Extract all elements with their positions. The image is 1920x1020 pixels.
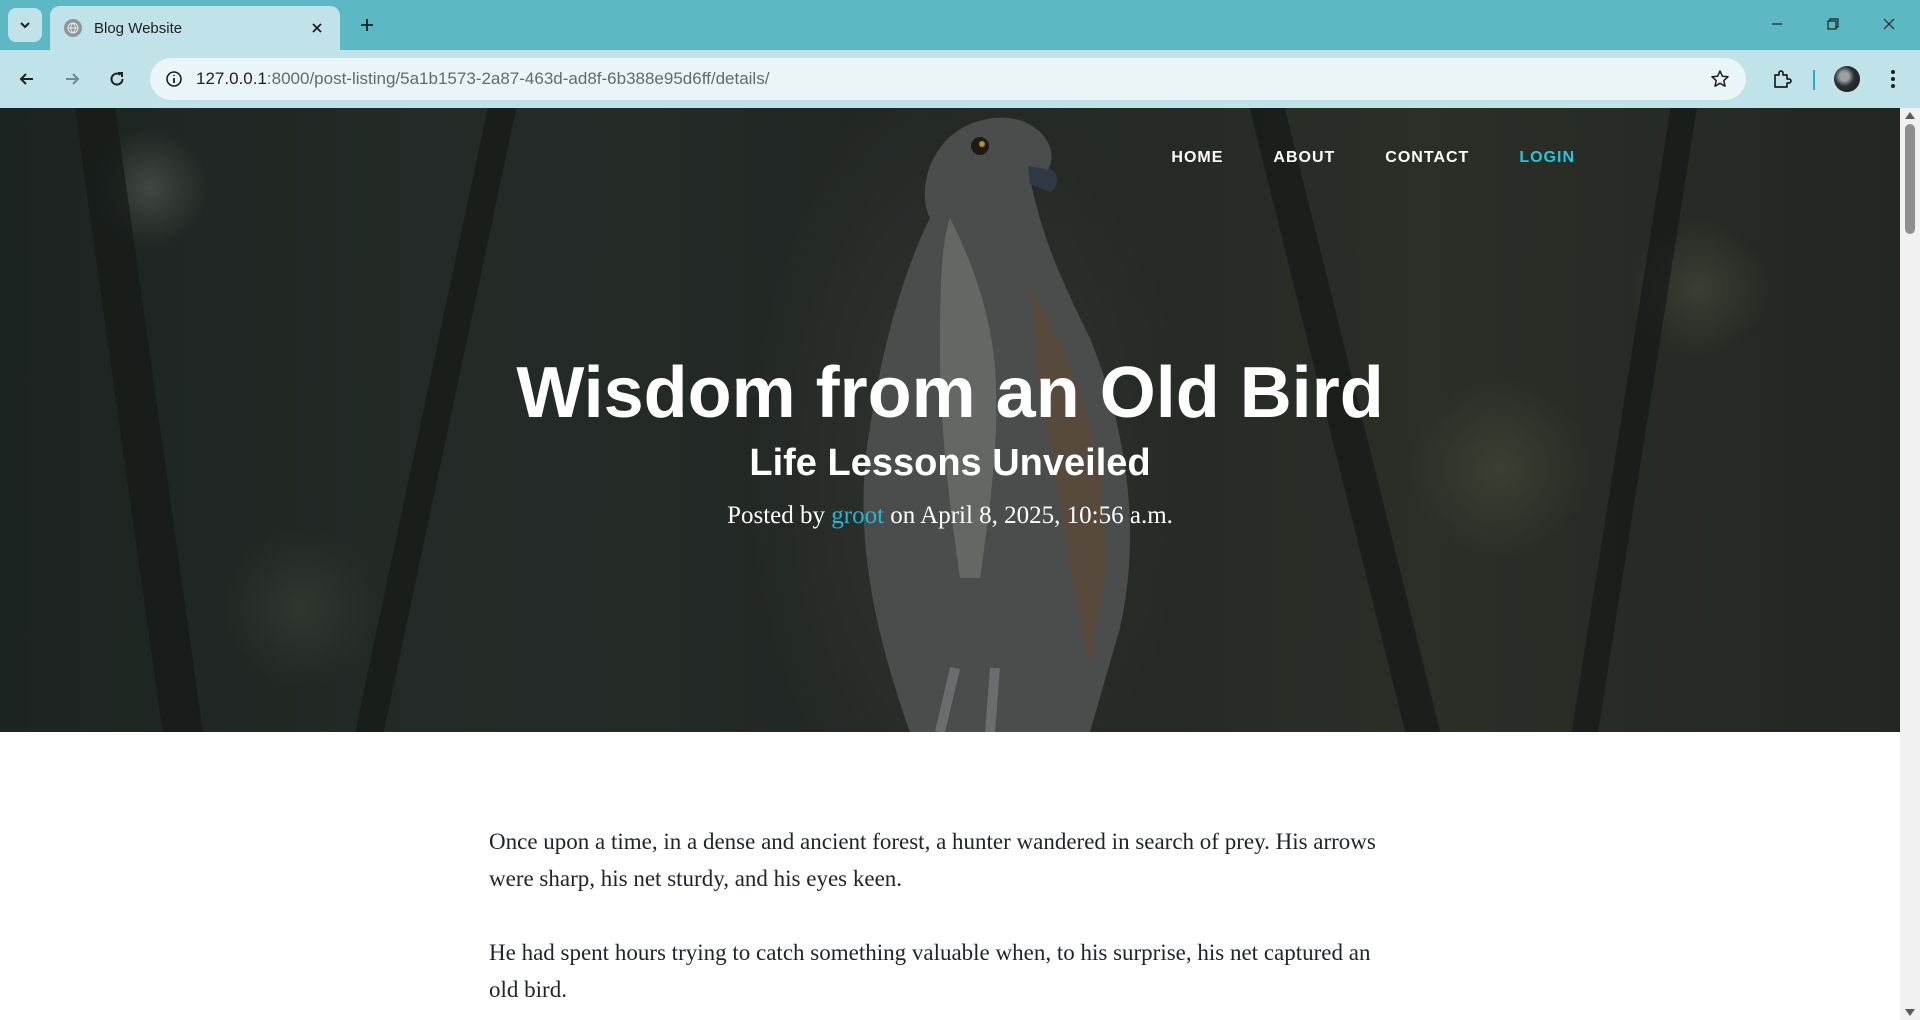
close-window-button[interactable] bbox=[1866, 4, 1912, 44]
restore-button[interactable] bbox=[1810, 4, 1856, 44]
post-masthead: HOME ABOUT CONTACT LOGIN Wisdom from an … bbox=[0, 108, 1900, 732]
author-link[interactable]: groot bbox=[831, 502, 884, 529]
new-tab-button[interactable] bbox=[352, 10, 382, 40]
restore-icon bbox=[1827, 18, 1839, 30]
tab-search-button[interactable] bbox=[8, 8, 42, 42]
tab-title: Blog Website bbox=[94, 19, 183, 37]
close-tab-icon[interactable] bbox=[306, 17, 328, 39]
bookmark-star-icon[interactable] bbox=[1708, 67, 1732, 91]
post-paragraph: Once upon a time, in a dense and ancient… bbox=[489, 829, 1376, 891]
address-bar[interactable]: 127.0.0.1:8000/post-listing/5a1b1573-2a8… bbox=[150, 58, 1746, 100]
browser-tab-active[interactable]: Blog Website bbox=[50, 6, 340, 50]
close-icon bbox=[1883, 18, 1895, 30]
minimize-button[interactable] bbox=[1754, 4, 1800, 44]
url-path: :8000/post-listing/5a1b1573-2a87-463d-ad… bbox=[266, 69, 770, 88]
post-meta: Posted by groot on April 8, 2025, 10:56 … bbox=[0, 498, 1900, 534]
browser-tab-strip: Blog Website bbox=[0, 0, 1920, 50]
minimize-icon bbox=[1772, 23, 1782, 25]
page-viewport: HOME ABOUT CONTACT LOGIN Wisdom from an … bbox=[0, 108, 1900, 1020]
browser-menu-button[interactable] bbox=[1876, 62, 1910, 96]
chevron-down-icon bbox=[20, 22, 30, 29]
url-text[interactable]: 127.0.0.1:8000/post-listing/5a1b1573-2a8… bbox=[196, 69, 769, 89]
url-host: 127.0.0.1 bbox=[196, 69, 267, 88]
arrow-right-icon bbox=[66, 73, 80, 85]
extensions-puzzle-icon[interactable] bbox=[1765, 62, 1799, 96]
globe-icon bbox=[64, 19, 82, 37]
post-title: Wisdom from an Old Bird bbox=[516, 353, 1384, 433]
post-meta-prefix: Posted by bbox=[727, 502, 825, 529]
toolbar-divider bbox=[1813, 70, 1815, 90]
site-navigation: HOME ABOUT CONTACT LOGIN bbox=[1146, 148, 1600, 168]
post-meta-date: on April 8, 2025, 10:56 a.m. bbox=[890, 502, 1173, 529]
page-scrollbar[interactable] bbox=[1900, 108, 1920, 1020]
reload-icon bbox=[110, 72, 124, 86]
nav-link-login[interactable]: LOGIN bbox=[1494, 148, 1600, 168]
plus-icon bbox=[361, 19, 373, 31]
post-paragraph: He had spent hours trying to catch somet… bbox=[489, 940, 1371, 1002]
scroll-down-arrow-icon[interactable] bbox=[1905, 1009, 1915, 1016]
nav-link-about[interactable]: ABOUT bbox=[1248, 148, 1360, 168]
post-heading: Wisdom from an Old Bird Life Lessons Unv… bbox=[0, 350, 1900, 534]
avatar bbox=[1834, 66, 1860, 92]
scroll-up-arrow-icon[interactable] bbox=[1905, 112, 1915, 119]
kebab-menu-icon bbox=[1891, 70, 1895, 88]
browser-toolbar: 127.0.0.1:8000/post-listing/5a1b1573-2a8… bbox=[0, 50, 1920, 108]
scrollbar-thumb[interactable] bbox=[1905, 124, 1915, 234]
reload-button[interactable] bbox=[100, 62, 134, 96]
forward-button[interactable] bbox=[55, 62, 89, 96]
profile-avatar[interactable] bbox=[1830, 62, 1864, 96]
post-body: Once upon a time, in a dense and ancient… bbox=[489, 823, 1389, 1020]
nav-link-contact[interactable]: CONTACT bbox=[1360, 148, 1494, 168]
nav-link-home[interactable]: HOME bbox=[1146, 148, 1248, 168]
post-subtitle: Life Lessons Unveiled bbox=[749, 442, 1151, 484]
arrow-left-icon bbox=[19, 73, 33, 85]
site-info-icon[interactable] bbox=[160, 65, 188, 93]
back-button[interactable] bbox=[10, 62, 44, 96]
